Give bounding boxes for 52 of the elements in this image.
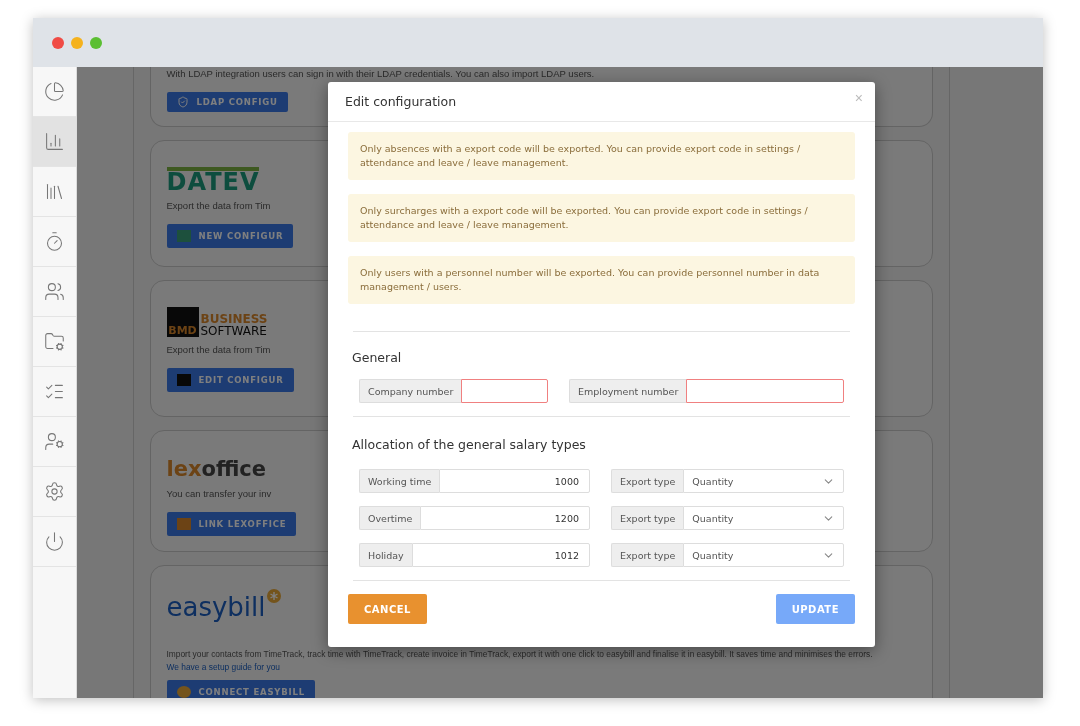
power-icon [44,531,65,552]
datev-logo: DATEV [166,167,260,193]
bar-chart-icon [44,131,65,152]
field-label: Export type [611,506,684,530]
card-description: Export the data from Tim [166,199,271,212]
input-field[interactable]: 1200 [420,506,590,530]
maximize-window-icon[interactable] [90,36,102,49]
section-heading: Allocation of the general salary types [351,437,587,452]
configure-button[interactable]: LDAP CONFIGU [166,92,288,112]
logo-text: SOFTWARE [200,325,268,337]
minimize-window-icon[interactable] [71,36,83,49]
field-label: Employment number [569,379,687,403]
field-label: Company number [359,379,462,403]
input-field[interactable] [686,379,844,403]
configure-button[interactable]: CONNECT EASYBILL [166,680,315,698]
dialog-title: Edit configuration [345,94,457,109]
configure-button[interactable]: NEW CONFIGUR [166,224,294,248]
warning-notice: Only users with a personnel number will be exported. You can provide personnel number in data management / users. [348,256,855,304]
shield-icon [176,96,189,108]
field-label: Overtime [359,506,421,530]
select-field[interactable]: Quantity [683,543,844,567]
input-field[interactable] [461,379,548,403]
cancel-button[interactable]: CANCEL [348,594,427,624]
field-label: Holiday [359,543,412,567]
easybill-logo: easybill [166,592,282,622]
warning-notice: Only surcharges with a export code will be exported. You can provide export code in settings / attendance and leave / leave management. [348,194,855,242]
select-field[interactable]: Quantity [683,469,844,493]
card-description: You can transfer your inv [166,487,272,500]
card-description: With LDAP integration users can sign in with their LDAP credentials. You can also import LDAP users. [166,67,595,80]
input-field[interactable]: 1012 [411,543,590,567]
field-label: Export type [611,469,684,493]
sidebar-item[interactable] [33,117,76,167]
logo-text: BUSINESS [200,313,268,325]
warning-notice: Only absences with a export code will be exported. You can provide export code in settings / attendance and leave / leave management. [348,132,855,180]
field-label: Export type [611,543,684,567]
configure-button[interactable]: EDIT CONFIGUR [166,368,294,392]
lexoffice-logo: lexoffice [166,457,267,481]
card-description: Export the data from Tim [166,343,271,356]
user-gear-icon [44,431,65,452]
close-button[interactable]: × [854,90,863,106]
pie-chart-icon [44,81,65,102]
setup-guide-link[interactable]: We have a setup guide for you [166,662,280,672]
close-window-icon[interactable] [52,36,64,49]
section-heading: General [351,350,403,365]
configure-button[interactable]: LINK LEXOFFICE [166,512,297,536]
folder-gear-icon [44,331,65,352]
stopwatch-icon [44,231,65,252]
field-label: Working time [359,469,440,493]
logo-mark: BMD [166,307,199,337]
select-field[interactable]: Quantity [683,506,844,530]
input-field[interactable]: 1000 [439,469,590,493]
settings-icon [44,481,65,502]
